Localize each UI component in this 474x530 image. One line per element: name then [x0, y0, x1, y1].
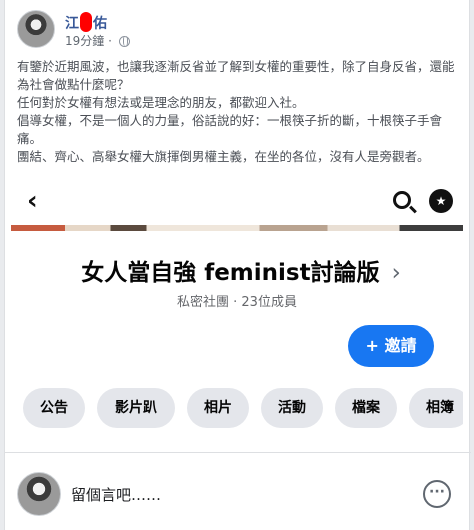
tab-photos[interactable]: 相片 [187, 388, 249, 428]
post-meta: 19分鐘 · [65, 32, 130, 49]
post-body: 有鑒於近期風波，也讓我逐漸反省並了解到女權的重要性，除了自身反省，還能為社會做點… [17, 58, 463, 166]
commenter-avatar [17, 472, 61, 516]
tab-albums[interactable]: 相簿 [409, 388, 463, 428]
tab-announcements[interactable]: 公告 [23, 388, 85, 428]
tab-files[interactable]: 檔案 [335, 388, 397, 428]
author-avatar[interactable] [17, 10, 55, 48]
shield-icon[interactable]: ★ [429, 189, 453, 213]
post-paragraph: 任何對於女權有想法或是理念的朋友，都歡迎入社。 [17, 95, 305, 110]
post-paragraph: 有鑒於近期風波，也讓我逐漸反省並了解到女權的重要性，除了自身反省，還能為社會做點… [17, 59, 455, 92]
group-nav-bar: ‹ ★ [11, 181, 463, 221]
group-screenshot: ‹ ★ 女人當自強 feminist討論版 › 私密社團 · 23位成員 + 邀… [11, 181, 463, 448]
group-tabs: 公告 影片趴 相片 活動 檔案 相簿 [23, 388, 463, 428]
tab-videos[interactable]: 影片趴 [97, 388, 175, 428]
author-name-first: 江 [65, 16, 79, 32]
divider [5, 452, 471, 453]
author-name[interactable]: 江佑 [65, 12, 107, 33]
back-arrow-icon[interactable]: ‹ [27, 188, 38, 214]
search-icon[interactable] [393, 191, 411, 209]
redaction-mark [80, 12, 92, 32]
comment-input[interactable]: 留個言吧…… [71, 484, 161, 505]
author-name-last: 佑 [93, 16, 107, 32]
post-timestamp[interactable]: 19分鐘 [65, 34, 104, 48]
post-paragraph: 團結、齊心、高舉女權大旗揮倒男權主義，在坐的各位，沒有人是旁觀者。 [17, 149, 430, 164]
group-title[interactable]: 女人當自強 feminist討論版 › [31, 253, 451, 287]
chevron-right-icon: › [391, 260, 401, 286]
post-paragraph: 倡導女權，不是一個人的力量，俗話說的好：一根筷子折的斷，十根筷子手會痛。 [17, 113, 443, 146]
post-card: 江佑 19分鐘 · 有鑒於近期風波，也讓我逐漸反省並了解到女權的重要性，除了自身… [4, 0, 471, 530]
tab-events[interactable]: 活動 [261, 388, 323, 428]
more-options-icon[interactable]: ··· [423, 480, 451, 508]
globe-icon[interactable] [118, 36, 130, 47]
invite-button[interactable]: + 邀請 [348, 325, 434, 367]
group-meta: 私密社團 · 23位成員 [177, 295, 297, 310]
group-name: 女人當自強 feminist討論版 [81, 260, 380, 286]
cover-photo [11, 225, 463, 231]
